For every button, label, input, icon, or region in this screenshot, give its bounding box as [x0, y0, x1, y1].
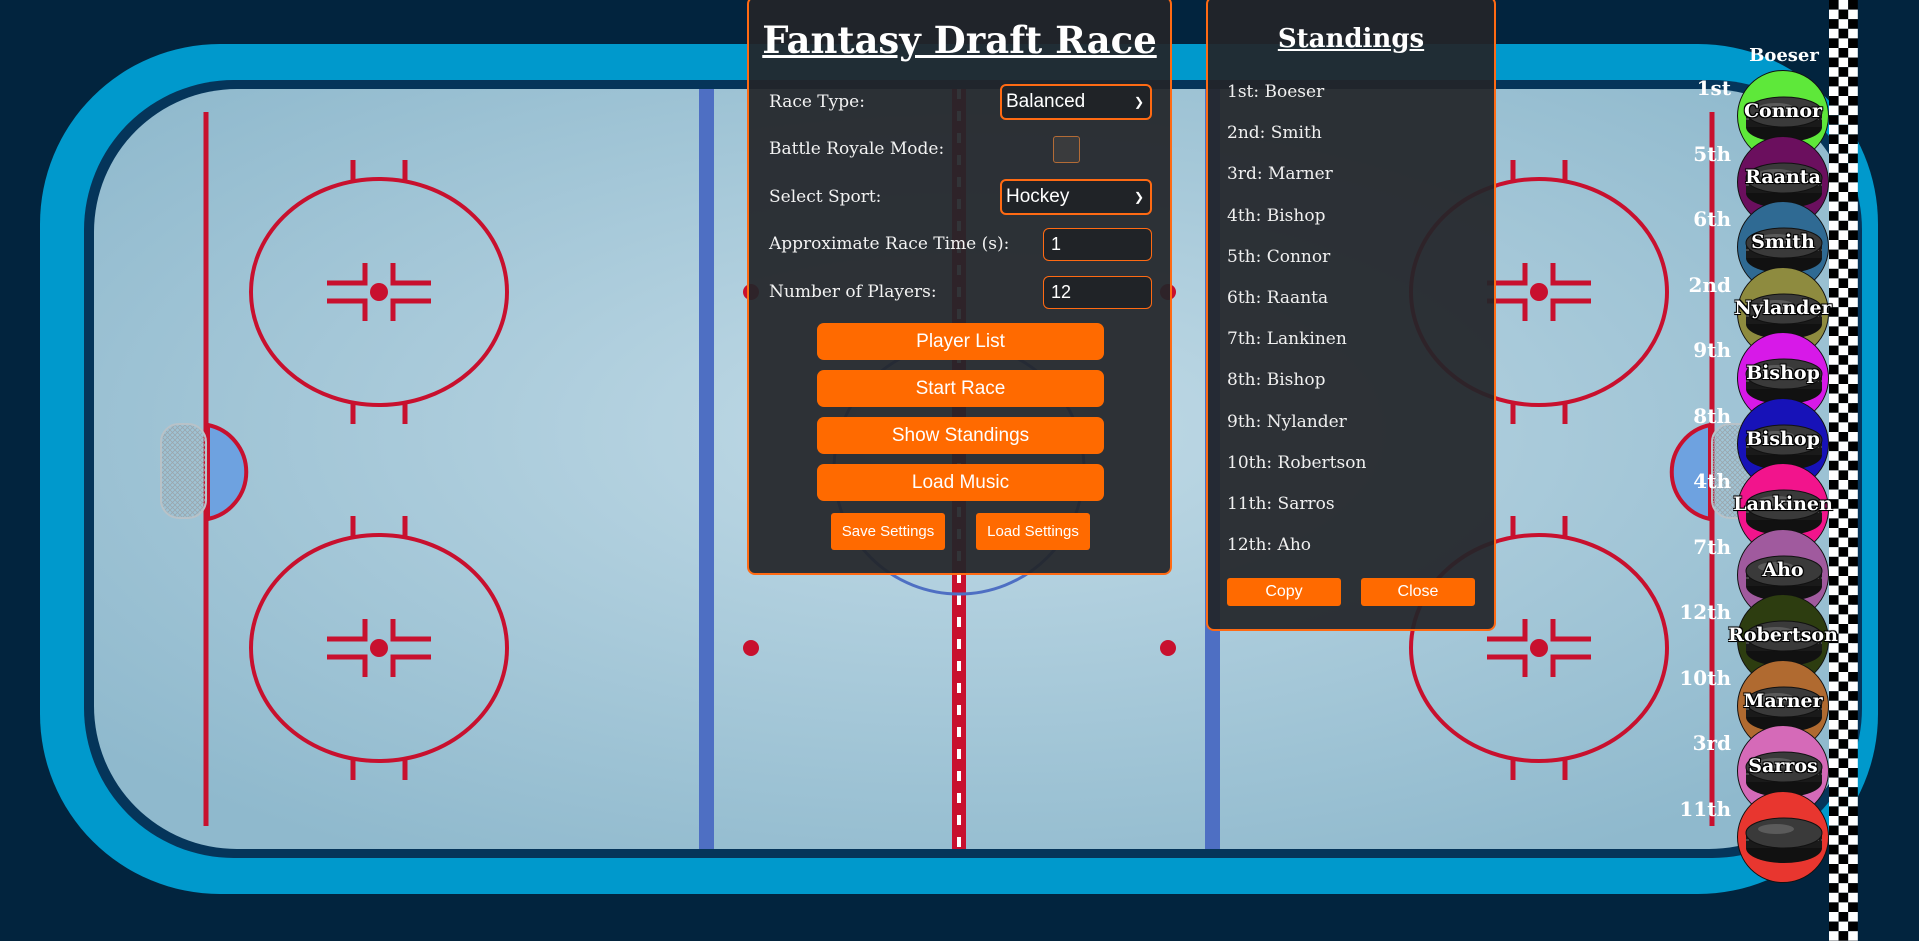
racer-place: 5th — [1693, 141, 1731, 166]
racer-place: 7th — [1693, 534, 1731, 559]
racer-place: 10th — [1679, 665, 1731, 690]
racer-name: Raanta — [1745, 165, 1821, 188]
racer-name: Smith — [1751, 231, 1815, 253]
racer-ball — [1737, 790, 1829, 883]
racer-place: 3rd — [1692, 731, 1731, 755]
racer-place: 6th — [1693, 207, 1731, 231]
racer-place: 4th — [1693, 469, 1731, 493]
racer-track: 1st Connor 5th Raanta 6th Smith 2nd Nylander 9th… — [0, 0, 1919, 941]
racer-name: Aho — [1762, 558, 1804, 581]
hockey-puck-icon — [1745, 817, 1823, 863]
racer-name: Marner — [1743, 689, 1823, 712]
racer-place: 12th — [1679, 600, 1731, 624]
racer-name: Bishop — [1746, 362, 1820, 384]
racer-name: Nylander — [1734, 296, 1832, 319]
racer-name: Bishop — [1746, 427, 1820, 450]
racer-place: 2nd — [1688, 272, 1731, 297]
racer-place: 1st — [1696, 76, 1731, 100]
racer-place: 8th — [1693, 403, 1731, 428]
racer-name: Lankinen — [1733, 493, 1833, 515]
racer: 11th — [1679, 790, 1831, 885]
racer-name: Robertson — [1728, 624, 1838, 646]
racer-name: Sarros — [1748, 755, 1818, 777]
racer-place: 11th — [1679, 796, 1731, 821]
racer-place: 9th — [1693, 338, 1731, 362]
racer-name: Connor — [1743, 100, 1823, 122]
